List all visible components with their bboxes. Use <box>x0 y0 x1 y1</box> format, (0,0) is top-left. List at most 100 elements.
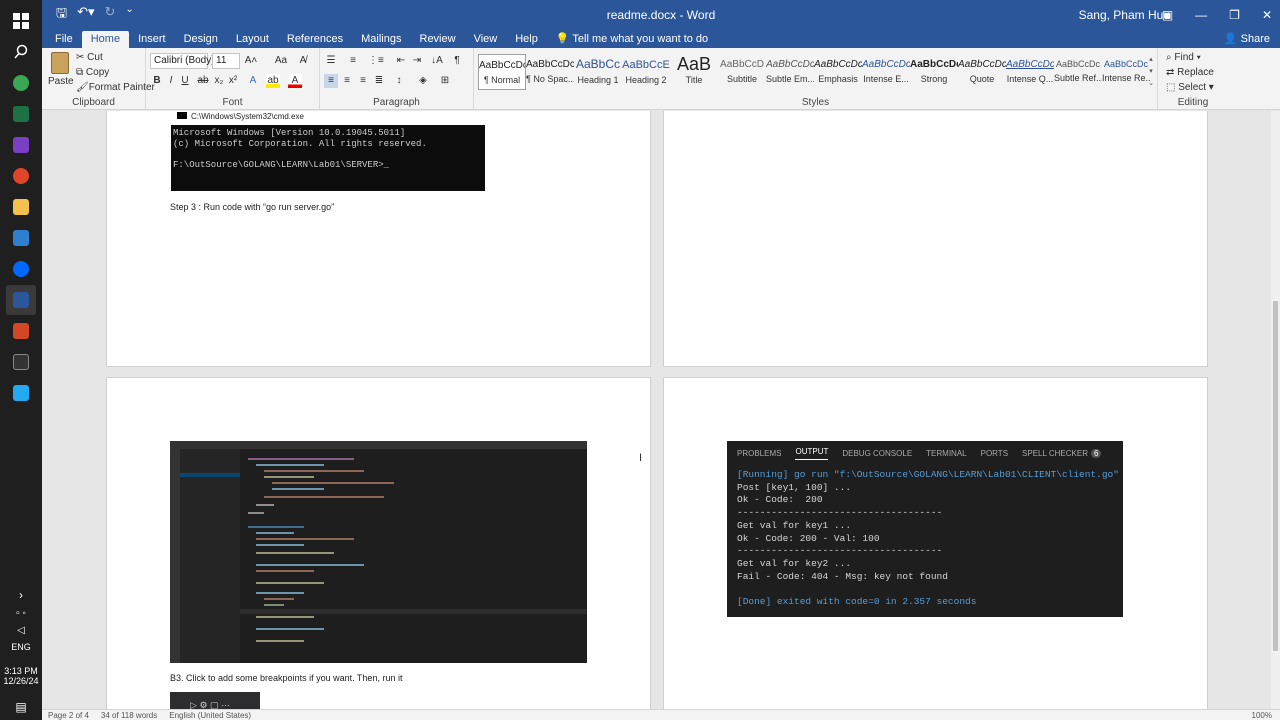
chrome-icon[interactable] <box>6 68 36 98</box>
input-language[interactable]: ENG <box>11 642 31 652</box>
grow-font-icon[interactable]: A˄ <box>244 54 258 68</box>
ribbon-display-options-icon[interactable]: ▣ <box>1162 8 1173 22</box>
style-subtle-emphasis[interactable]: AaBbCcDc Subtle Em... <box>766 54 814 90</box>
copy-button[interactable]: ⧉ Copy <box>76 67 109 78</box>
vscode-icon[interactable] <box>6 378 36 408</box>
tab-help[interactable]: Help <box>506 31 547 48</box>
close-button[interactable]: ✕ <box>1262 8 1272 22</box>
subscript-icon[interactable]: x₂ <box>212 74 226 88</box>
justify-icon[interactable]: ≣ <box>372 74 386 88</box>
clock-time[interactable]: 3:13 PM <box>4 666 38 676</box>
bullets-icon[interactable]: ☰ <box>324 54 338 68</box>
font-color-icon[interactable]: A <box>288 74 302 88</box>
show-formatting-icon[interactable]: ¶ <box>450 54 464 68</box>
style-heading-2[interactable]: AaBbCcE Heading 2 <box>622 54 670 90</box>
align-right-icon[interactable]: ≡ <box>356 74 370 88</box>
tab-references[interactable]: References <box>278 31 352 48</box>
page[interactable]: PROBLEMS OUTPUT DEBUG CONSOLE TERMINAL P… <box>663 377 1208 709</box>
change-case-icon[interactable]: Aa <box>274 54 288 68</box>
document-area[interactable]: C:\Windows\System32\cmd.exe Microsoft Wi… <box>42 111 1280 709</box>
tab-mailings[interactable]: Mailings <box>352 31 410 48</box>
find-button[interactable]: ⌕ Find ▾ <box>1166 52 1201 63</box>
tab-design[interactable]: Design <box>175 31 227 48</box>
vertical-scrollbar[interactable] <box>1271 111 1280 709</box>
compass-icon[interactable] <box>6 161 36 191</box>
remote-desktop-icon[interactable] <box>6 223 36 253</box>
decrease-indent-icon[interactable]: ⇤ <box>394 54 408 68</box>
windows-icon[interactable] <box>6 6 36 36</box>
powerpoint-icon[interactable] <box>6 316 36 346</box>
page[interactable] <box>663 111 1208 367</box>
restore-button[interactable]: ❐ <box>1229 8 1240 22</box>
styles-scroll[interactable]: ▴ ▾ ⌄ <box>1147 54 1155 90</box>
style-subtitle[interactable]: AaBbCcD Subtitle <box>718 54 766 90</box>
scrollbar-thumb[interactable] <box>1273 301 1278 651</box>
tab-layout[interactable]: Layout <box>227 31 278 48</box>
highlight-icon[interactable]: ab <box>266 74 280 88</box>
shading-icon[interactable]: ◈ <box>416 74 430 88</box>
text-effects-icon[interactable]: A <box>246 74 260 88</box>
replace-button[interactable]: ⇄ Replace <box>1166 67 1214 78</box>
tray-icons[interactable]: ▫ ◦ <box>16 608 26 619</box>
search-icon[interactable] <box>6 37 36 67</box>
superscript-icon[interactable]: x² <box>226 74 240 88</box>
language[interactable]: English (United States) <box>169 711 251 720</box>
clear-formatting-icon[interactable]: A̸ <box>296 54 310 68</box>
zoom-level[interactable]: 100% <box>1252 711 1272 720</box>
style-subtle-reference[interactable]: AaBbCcDc Subtle Ref... <box>1054 54 1102 90</box>
tab-file[interactable]: File <box>46 31 82 48</box>
excel-icon[interactable] <box>6 99 36 129</box>
chevron-up-icon[interactable]: › <box>19 588 23 602</box>
tab-view[interactable]: View <box>465 31 507 48</box>
font-size-combo[interactable]: 11 <box>212 53 240 69</box>
italic-icon[interactable]: I <box>164 74 178 88</box>
numbering-icon[interactable]: ≡ <box>346 54 360 68</box>
redo-icon[interactable]: ↻ <box>105 4 116 26</box>
format-painter-button[interactable]: 🖌Format Painter <box>76 82 155 93</box>
word-icon[interactable] <box>6 285 36 315</box>
font-name-combo[interactable]: Calibri (Body) <box>150 53 215 69</box>
terminal-icon[interactable] <box>6 347 36 377</box>
page-count[interactable]: Page 2 of 4 <box>48 711 89 720</box>
undo-icon[interactable]: ↶▾ <box>77 4 94 26</box>
increase-indent-icon[interactable]: ⇥ <box>410 54 424 68</box>
tab-review[interactable]: Review <box>411 31 465 48</box>
multilevel-list-icon[interactable]: ⋮≡ <box>368 54 384 68</box>
style-emphasis[interactable]: AaBbCcDc Emphasis <box>814 54 862 90</box>
line-spacing-icon[interactable]: ↕ <box>392 74 406 88</box>
align-center-icon[interactable]: ≡ <box>340 74 354 88</box>
style-intense-emphasis[interactable]: AaBbCcDc Intense E... <box>862 54 910 90</box>
page[interactable]: B3. Click to add some breakpoints if you… <box>106 377 651 709</box>
tab-insert[interactable]: Insert <box>129 31 175 48</box>
bold-icon[interactable]: B <box>150 74 164 88</box>
zalo-icon[interactable] <box>6 254 36 284</box>
minimize-button[interactable]: — <box>1195 8 1207 22</box>
style-quote[interactable]: AaBbCcDc Quote <box>958 54 1006 90</box>
user-name[interactable]: Sang, Pham Huu <box>1079 8 1170 22</box>
style-heading-1[interactable]: AaBbCc Heading 1 <box>574 54 622 90</box>
save-icon[interactable]: 🖫 <box>56 4 67 26</box>
share-button[interactable]: 👤 Share <box>1224 32 1270 45</box>
align-left-icon[interactable]: ≡ <box>324 74 338 88</box>
style-title[interactable]: AaB Title <box>670 54 718 90</box>
customize-qat-icon[interactable]: ⌄ <box>125 4 133 26</box>
borders-icon[interactable]: ⊞ <box>438 74 452 88</box>
strikethrough-icon[interactable]: ab <box>196 74 210 88</box>
tell-me-box[interactable]: 💡 Tell me what you want to do <box>547 30 717 48</box>
word-count[interactable]: 34 of 118 words <box>101 711 157 720</box>
sort-icon[interactable]: ↓A <box>430 54 444 68</box>
file-explorer-icon[interactable] <box>6 192 36 222</box>
paste-button[interactable]: Paste <box>48 52 74 87</box>
visual-studio-icon[interactable] <box>6 130 36 160</box>
tab-home[interactable]: Home <box>81 31 130 48</box>
style-strong[interactable]: AaBbCcDc Strong <box>910 54 958 90</box>
speaker-icon[interactable]: ◁ <box>17 625 25 636</box>
style-no-spacing[interactable]: AaBbCcDc ¶ No Spac... <box>526 54 574 90</box>
style-intense-reference[interactable]: AaBbCcDc Intense Re... <box>1102 54 1150 90</box>
page[interactable]: C:\Windows\System32\cmd.exe Microsoft Wi… <box>106 111 651 367</box>
clock-date[interactable]: 12/26/24 <box>3 676 38 686</box>
cut-button[interactable]: ✂ Cut <box>76 52 103 63</box>
select-button[interactable]: ⬚ Select ▾ <box>1166 82 1214 93</box>
notification-icon[interactable]: ▤ <box>15 700 26 714</box>
underline-icon[interactable]: U <box>178 74 192 88</box>
